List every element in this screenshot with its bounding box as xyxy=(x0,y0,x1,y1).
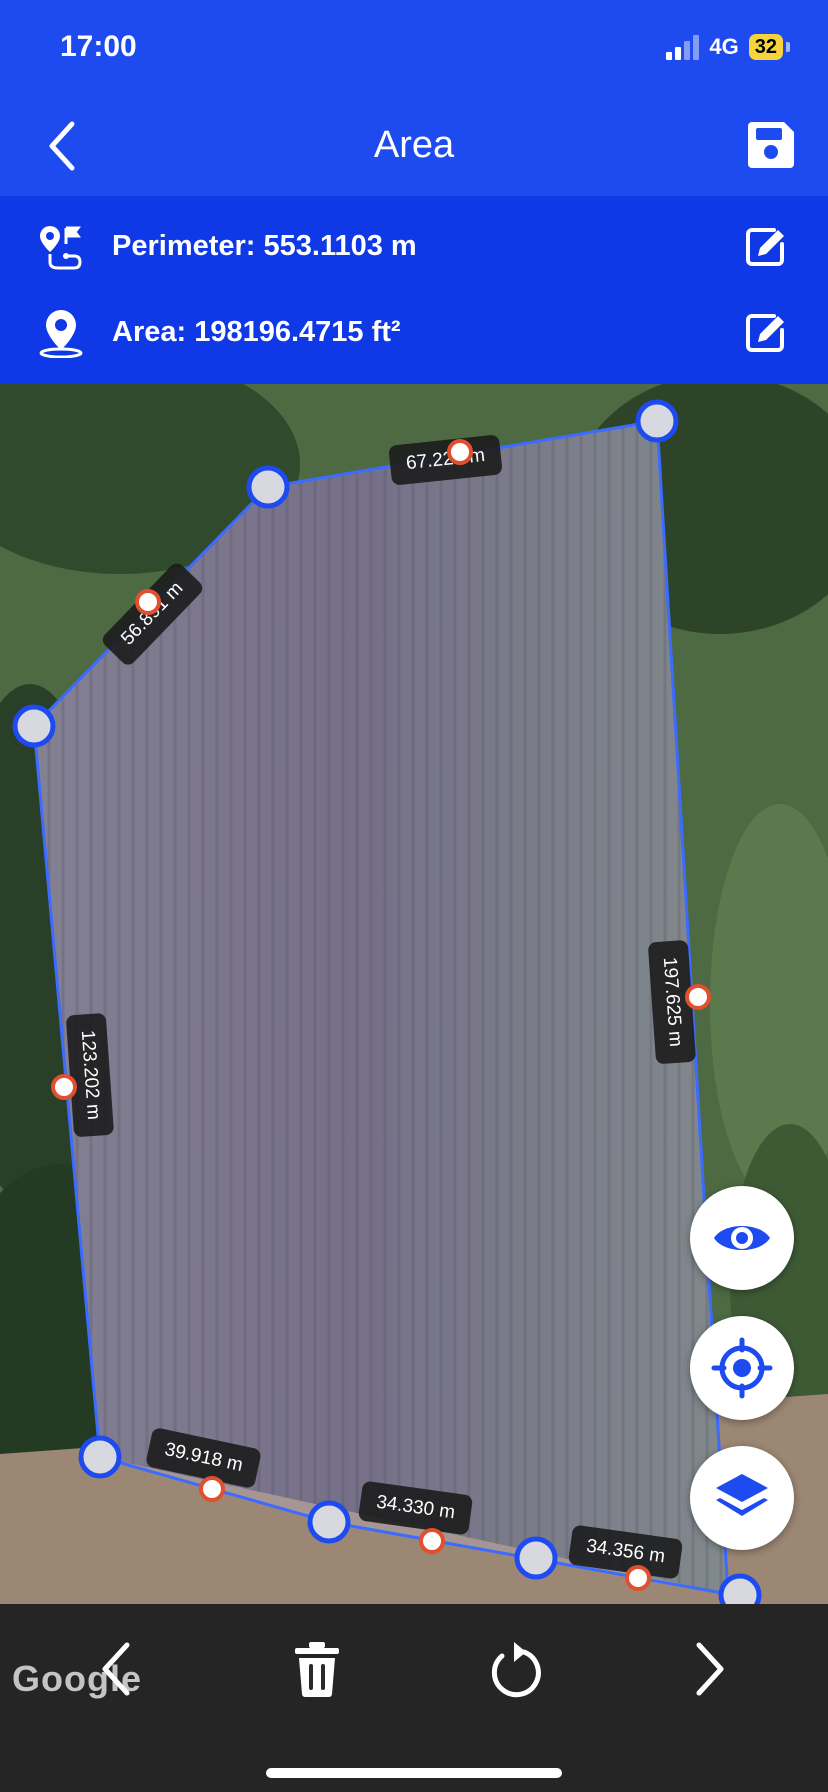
perimeter-value: Perimeter: 553.1103 m xyxy=(112,230,417,262)
delete-button[interactable] xyxy=(282,1634,352,1704)
save-icon xyxy=(748,122,794,168)
satellite-map[interactable]: 67.229 m 56.891 m 123.202 m 197.625 m 39… xyxy=(0,384,828,1604)
edit-area-button[interactable] xyxy=(744,312,786,354)
battery-icon xyxy=(786,42,790,52)
segment-length-label: 123.202 m xyxy=(65,1012,115,1138)
layers-icon xyxy=(716,1474,768,1516)
location-pin-icon xyxy=(39,310,83,358)
page-title: Area xyxy=(373,124,455,166)
area-row: Area: 198196.4715 ft² xyxy=(0,292,828,372)
eye-icon xyxy=(714,1226,770,1250)
undo-button[interactable] xyxy=(478,1634,548,1704)
network-type: 4G xyxy=(709,34,739,59)
vertex-handle[interactable] xyxy=(78,1435,122,1479)
next-button[interactable] xyxy=(674,1634,744,1704)
my-location-button[interactable] xyxy=(690,1316,794,1420)
edit-perimeter-button[interactable] xyxy=(744,226,786,268)
vertex-handle[interactable] xyxy=(246,465,290,509)
signal-icon xyxy=(666,34,700,60)
nav-bar: Area xyxy=(0,96,828,196)
locate-icon xyxy=(711,1337,773,1399)
perimeter-row: Perimeter: 553.1103 m xyxy=(0,206,828,286)
previous-button[interactable] xyxy=(82,1634,152,1704)
vertex-handle[interactable] xyxy=(718,1573,762,1604)
map-canvas[interactable] xyxy=(0,384,828,1604)
status-time: 17:00 xyxy=(60,30,137,63)
save-button[interactable] xyxy=(744,118,798,172)
vertex-handle[interactable] xyxy=(12,704,56,748)
measurement-panel: Perimeter: 553.1103 m Area: 198196.4715 … xyxy=(0,196,828,384)
visibility-button[interactable] xyxy=(690,1186,794,1290)
status-bar: 17:00 4G 32 xyxy=(0,0,828,96)
chevron-left-icon xyxy=(102,1642,130,1696)
status-indicators: 4G 32 xyxy=(666,34,790,60)
map-layers-button[interactable] xyxy=(690,1446,794,1550)
undo-icon xyxy=(491,1642,541,1698)
segment-length-label: 197.625 m xyxy=(647,939,697,1065)
vertex-handle[interactable] xyxy=(307,1500,351,1544)
route-icon xyxy=(40,226,82,270)
battery-level: 32 xyxy=(748,34,783,60)
bottom-toolbar: Google xyxy=(0,1604,828,1792)
trash-icon xyxy=(295,1642,339,1697)
chevron-right-icon xyxy=(696,1642,724,1696)
home-indicator[interactable] xyxy=(266,1768,562,1778)
vertex-handle[interactable] xyxy=(514,1536,558,1580)
area-value: Area: 198196.4715 ft² xyxy=(112,316,401,348)
vertex-handle[interactable] xyxy=(635,399,679,443)
